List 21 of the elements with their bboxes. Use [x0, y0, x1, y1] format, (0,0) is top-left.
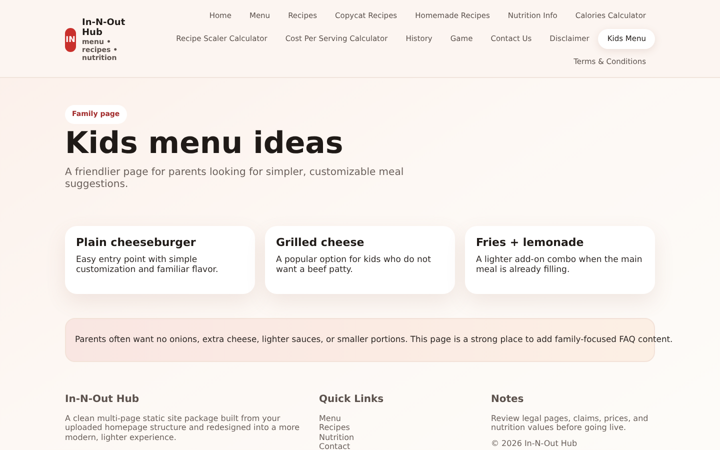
card-title: Fries + lemonade — [476, 236, 585, 250]
card-text: Easy entry point with simple customization and familiar flavor. — [76, 254, 220, 274]
brand-name[interactable]: In-N-Out Hub — [82, 18, 126, 38]
footer-heading: In-N-Out Hub — [65, 394, 140, 406]
footer-heading: Quick Links — [319, 394, 385, 406]
card-title: Plain cheeseburger — [76, 236, 197, 250]
footer-link[interactable]: Nutrition — [319, 432, 354, 442]
page-subtitle: A friendlier page for parents looking for simpler, customizable meal suggestions. — [65, 166, 405, 190]
card-title: Grilled cheese — [276, 236, 366, 250]
card-text: A lighter add-on combo when the main meal is already filling. — [476, 254, 644, 274]
logo-icon[interactable]: IN — [65, 28, 76, 52]
card-text: A popular option for kids who do not want a beef patty. — [276, 254, 432, 274]
page-title: Kids menu ideas — [65, 126, 344, 160]
note-text: Parents often want no onions, extra cheese, lighter sauces, or smaller portions. This page is a strong place to add family-focused FAQ content. — [75, 333, 673, 346]
footer-heading: Notes — [491, 394, 525, 406]
footer-link[interactable]: Contact — [319, 442, 350, 450]
footer-link[interactable]: Recipes — [319, 423, 350, 433]
footer-text: A clean multi-page static site package built from your uploaded homepage structure and redesigned into a more modern, lighter experience. — [65, 414, 301, 442]
footer-text: Review legal pages, claims, prices, and nutrition values before going live. — [491, 414, 650, 433]
footer-link[interactable]: Menu — [319, 414, 341, 424]
copyright-text: © 2026 In-N-Out Hub — [491, 438, 578, 448]
